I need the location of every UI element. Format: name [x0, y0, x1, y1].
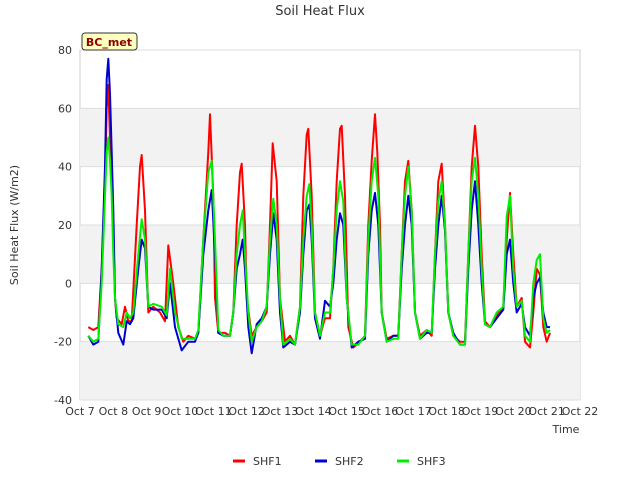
x-tick-labels: Oct 7 Oct 8 Oct 9 Oct 10Oct 11Oct 12Oct 13O…	[65, 405, 598, 418]
legend-label-shf3: SHF3	[417, 455, 446, 468]
x-tick-label: Oct 9	[132, 405, 162, 418]
x-tick-label: Oct 12	[228, 405, 265, 418]
legend-label-shf2: SHF2	[335, 455, 364, 468]
chart-title: Soil Heat Flux	[275, 4, 365, 19]
background-band	[80, 341, 580, 400]
legend-label-shf1: SHF1	[253, 455, 282, 468]
x-tick-label: Oct 11	[195, 405, 232, 418]
y-tick-label: 0	[65, 277, 72, 290]
y-axis-label: Soil Heat Flux (W/m2)	[8, 165, 21, 285]
x-tick-label: Oct 8	[99, 405, 129, 418]
x-tick-label: Oct 16	[362, 405, 399, 418]
x-tick-label: Oct 17	[395, 405, 432, 418]
x-tick-label: Oct 18	[428, 405, 465, 418]
x-tick-label: Oct 20	[495, 405, 532, 418]
y-tick-label: 60	[58, 102, 72, 115]
x-axis-label: Time	[552, 423, 580, 436]
x-tick-label: Oct 10	[162, 405, 199, 418]
y-tick-labels: -40-20020406080	[54, 44, 72, 407]
y-tick-label: -20	[54, 336, 72, 349]
legend: SHF1 SHF2 SHF3	[233, 455, 446, 468]
y-tick-label: 20	[58, 219, 72, 232]
soil-heat-flux-chart: Soil Heat Flux -40-20020406080 Oct 7 Oct …	[8, 4, 598, 468]
x-tick-label: Oct 7	[65, 405, 95, 418]
station-badge-label: BC_met	[86, 36, 132, 49]
y-tick-label: 40	[58, 161, 72, 174]
x-tick-label: Oct 15	[328, 405, 365, 418]
background-band	[80, 108, 580, 167]
x-tick-label: Oct 19	[462, 405, 499, 418]
station-badge: BC_met	[81, 32, 138, 51]
x-tick-label: Oct 21	[528, 405, 565, 418]
x-tick-label: Oct 14	[295, 405, 332, 418]
x-tick-label: Oct 13	[262, 405, 299, 418]
x-tick-label: Oct 22	[562, 405, 599, 418]
y-tick-label: 80	[58, 44, 72, 57]
